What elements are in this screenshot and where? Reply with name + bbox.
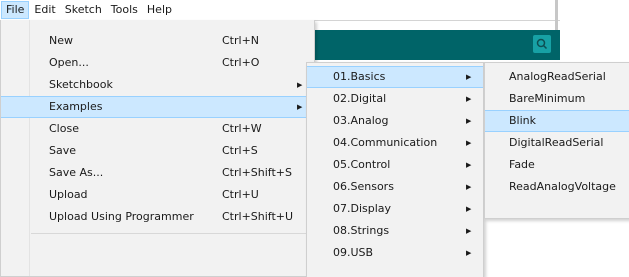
submenu-item-basics[interactable]: 01.Basics ▶ — [307, 66, 483, 88]
example-digitalreadserial[interactable]: DigitalReadSerial — [485, 132, 629, 154]
submenu-item-sensors[interactable]: 06.Sensors ▶ — [307, 176, 483, 198]
menu-bar: File Edit Sketch Tools Help — [0, 0, 560, 21]
menu-item-label: Open... — [49, 56, 89, 69]
menu-item-label: DigitalReadSerial — [509, 136, 604, 149]
menu-item-save-as[interactable]: Save As... Ctrl+Shift+S — [1, 162, 314, 184]
submenu-arrow-icon: ▶ — [466, 161, 472, 169]
menu-item-shortcut: Ctrl+U — [222, 188, 259, 201]
submenu-item-communication[interactable]: 04.Communication ▶ — [307, 132, 483, 154]
menu-item-label: Examples — [49, 100, 103, 113]
menu-item-upload-using-programmer[interactable]: Upload Using Programmer Ctrl+Shift+U — [1, 206, 314, 228]
menu-sketch[interactable]: Sketch — [61, 1, 106, 19]
submenu-arrow-icon: ▶ — [466, 117, 472, 125]
menu-item-sketchbook[interactable]: Sketchbook ▶ — [1, 74, 314, 96]
menu-item-label: Sketchbook — [49, 78, 113, 91]
menu-tools[interactable]: Tools — [107, 1, 142, 19]
menu-item-label: 07.Display — [333, 202, 392, 215]
menu-item-label: AnalogReadSerial — [509, 70, 606, 83]
menu-item-label: ReadAnalogVoltage — [509, 180, 616, 193]
menu-item-label: 08.Strings — [333, 224, 390, 237]
menu-item-shortcut: Ctrl+W — [222, 122, 262, 135]
menu-item-label: 01.Basics — [333, 70, 386, 83]
menu-item-shortcut: Ctrl+Shift+S — [222, 166, 292, 179]
example-fade[interactable]: Fade — [485, 154, 629, 176]
menu-item-open[interactable]: Open... Ctrl+O — [1, 52, 314, 74]
submenu-arrow-icon: ▶ — [466, 205, 472, 213]
submenu-item-control[interactable]: 05.Control ▶ — [307, 154, 483, 176]
submenu-arrow-icon: ▶ — [466, 227, 472, 235]
menu-item-label: 05.Control — [333, 158, 391, 171]
ide-toolbar — [305, 30, 560, 60]
menu-item-label: Upload Using Programmer — [49, 210, 194, 223]
submenu-item-analog[interactable]: 03.Analog ▶ — [307, 110, 483, 132]
submenu-item-usb[interactable]: 09.USB ▶ — [307, 242, 483, 264]
file-menu: New Ctrl+N Open... Ctrl+O Sketchbook ▶ E… — [0, 20, 315, 277]
menu-item-label: 03.Analog — [333, 114, 389, 127]
submenu-arrow-icon: ▶ — [466, 249, 472, 257]
example-analogreadserial[interactable]: AnalogReadSerial — [485, 66, 629, 88]
menu-item-label: Save As... — [49, 166, 104, 179]
menu-item-label: 06.Sensors — [333, 180, 394, 193]
menu-item-label: 09.USB — [333, 246, 374, 259]
menu-item-label: 04.Communication — [333, 136, 438, 149]
submenu-arrow-icon: ▶ — [466, 73, 472, 81]
menu-item-label: Upload — [49, 188, 88, 201]
menu-item-label: Close — [49, 122, 79, 135]
menu-item-label: New — [49, 34, 73, 47]
menu-item-examples[interactable]: Examples ▶ — [1, 96, 314, 118]
example-readanalogvoltage[interactable]: ReadAnalogVoltage — [485, 176, 629, 198]
menu-item-label: Blink — [509, 114, 537, 127]
menu-item-new[interactable]: New Ctrl+N — [1, 30, 314, 52]
submenu-arrow-icon: ▶ — [297, 81, 303, 89]
menu-item-shortcut: Ctrl+S — [222, 144, 258, 157]
magnifier-icon — [536, 38, 548, 50]
menu-separator — [31, 233, 312, 234]
menu-item-close[interactable]: Close Ctrl+W — [1, 118, 314, 140]
examples-submenu: 01.Basics ▶ 02.Digital ▶ 03.Analog ▶ 04.… — [306, 62, 484, 277]
menu-item-upload[interactable]: Upload Ctrl+U — [1, 184, 314, 206]
menu-item-label: Fade — [509, 158, 535, 171]
menu-item-shortcut: Ctrl+O — [222, 56, 260, 69]
basics-submenu: AnalogReadSerial BareMinimum Blink Digit… — [484, 62, 629, 219]
menu-item-save[interactable]: Save Ctrl+S — [1, 140, 314, 162]
example-blink[interactable]: Blink — [485, 110, 629, 132]
menu-file[interactable]: File — [1, 1, 30, 19]
menu-item-label: Save — [49, 144, 77, 157]
example-bareminimum[interactable]: BareMinimum — [485, 88, 629, 110]
menu-item-label: 02.Digital — [333, 92, 387, 105]
menu-help[interactable]: Help — [143, 1, 176, 19]
menu-item-shortcut: Ctrl+N — [222, 34, 260, 47]
menu-edit[interactable]: Edit — [30, 1, 59, 19]
submenu-arrow-icon: ▶ — [466, 95, 472, 103]
menu-item-label: BareMinimum — [509, 92, 586, 105]
submenu-item-display[interactable]: 07.Display ▶ — [307, 198, 483, 220]
submenu-item-digital[interactable]: 02.Digital ▶ — [307, 88, 483, 110]
serial-monitor-button[interactable] — [533, 35, 551, 53]
submenu-arrow-icon: ▶ — [297, 103, 303, 111]
menu-item-shortcut: Ctrl+Shift+U — [222, 210, 294, 223]
submenu-arrow-icon: ▶ — [466, 139, 472, 147]
submenu-item-strings[interactable]: 08.Strings ▶ — [307, 220, 483, 242]
submenu-arrow-icon: ▶ — [466, 183, 472, 191]
